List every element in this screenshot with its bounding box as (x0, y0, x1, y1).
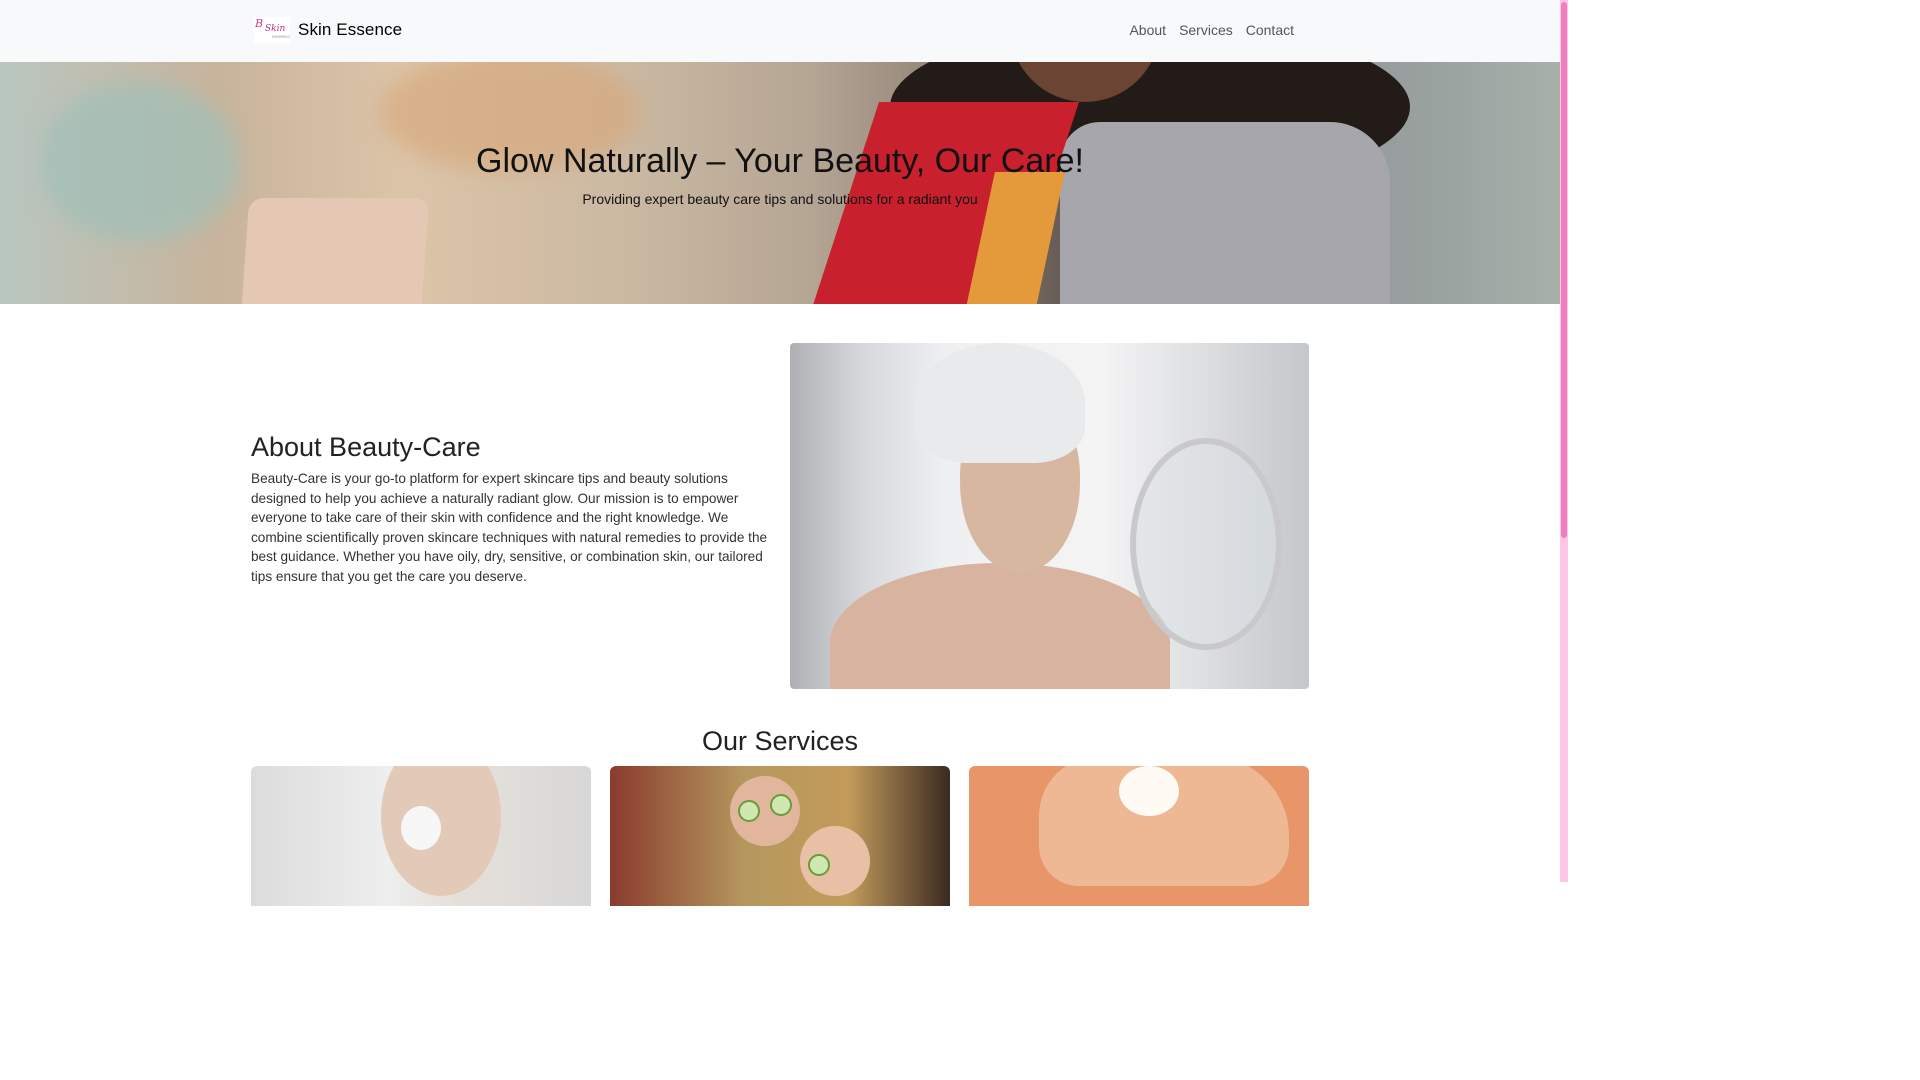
hero-title: Glow Naturally – Your Beauty, Our Care! (476, 142, 1084, 180)
hero-banner: Glow Naturally – Your Beauty, Our Care! … (0, 62, 1560, 304)
service-1-cotton-pad (401, 806, 441, 850)
nav-link-about[interactable]: About (1129, 22, 1166, 38)
nav-link-contact[interactable]: Contact (1246, 22, 1294, 38)
about-title: About Beauty-Care (251, 432, 481, 462)
service-card-image-2[interactable] (610, 766, 950, 906)
page-scrollbar[interactable] (1560, 0, 1568, 882)
hero-subtitle: Providing expert beauty care tips and so… (582, 191, 978, 207)
service-2-cucumber (808, 854, 830, 876)
service-1-face (381, 766, 501, 896)
service-2-cucumber (770, 794, 792, 816)
navbar: BSkinessence Skin Essence About Services… (0, 0, 1560, 62)
scrollbar-thumb[interactable] (1561, 2, 1567, 538)
service-2-cucumber (738, 800, 760, 822)
service-card-image-1[interactable] (251, 766, 591, 906)
about-image-mirror (1130, 438, 1282, 650)
hero-laptop (238, 198, 430, 304)
nav-links: About Services Contact (1129, 22, 1294, 38)
brand-logo: BSkinessence (254, 17, 290, 43)
service-card-image-3[interactable] (969, 766, 1309, 906)
service-3-cream (1119, 766, 1179, 816)
about-image-shoulder (830, 563, 1170, 689)
about-image (790, 343, 1309, 689)
brand-name[interactable]: Skin Essence (298, 20, 402, 40)
about-text: Beauty-Care is your go-to platform for e… (251, 471, 768, 584)
services-title: Our Services (701, 726, 859, 756)
about-image-towel (915, 343, 1085, 463)
brand[interactable]: BSkinessence Skin Essence (254, 17, 402, 43)
nav-link-services[interactable]: Services (1179, 22, 1233, 38)
